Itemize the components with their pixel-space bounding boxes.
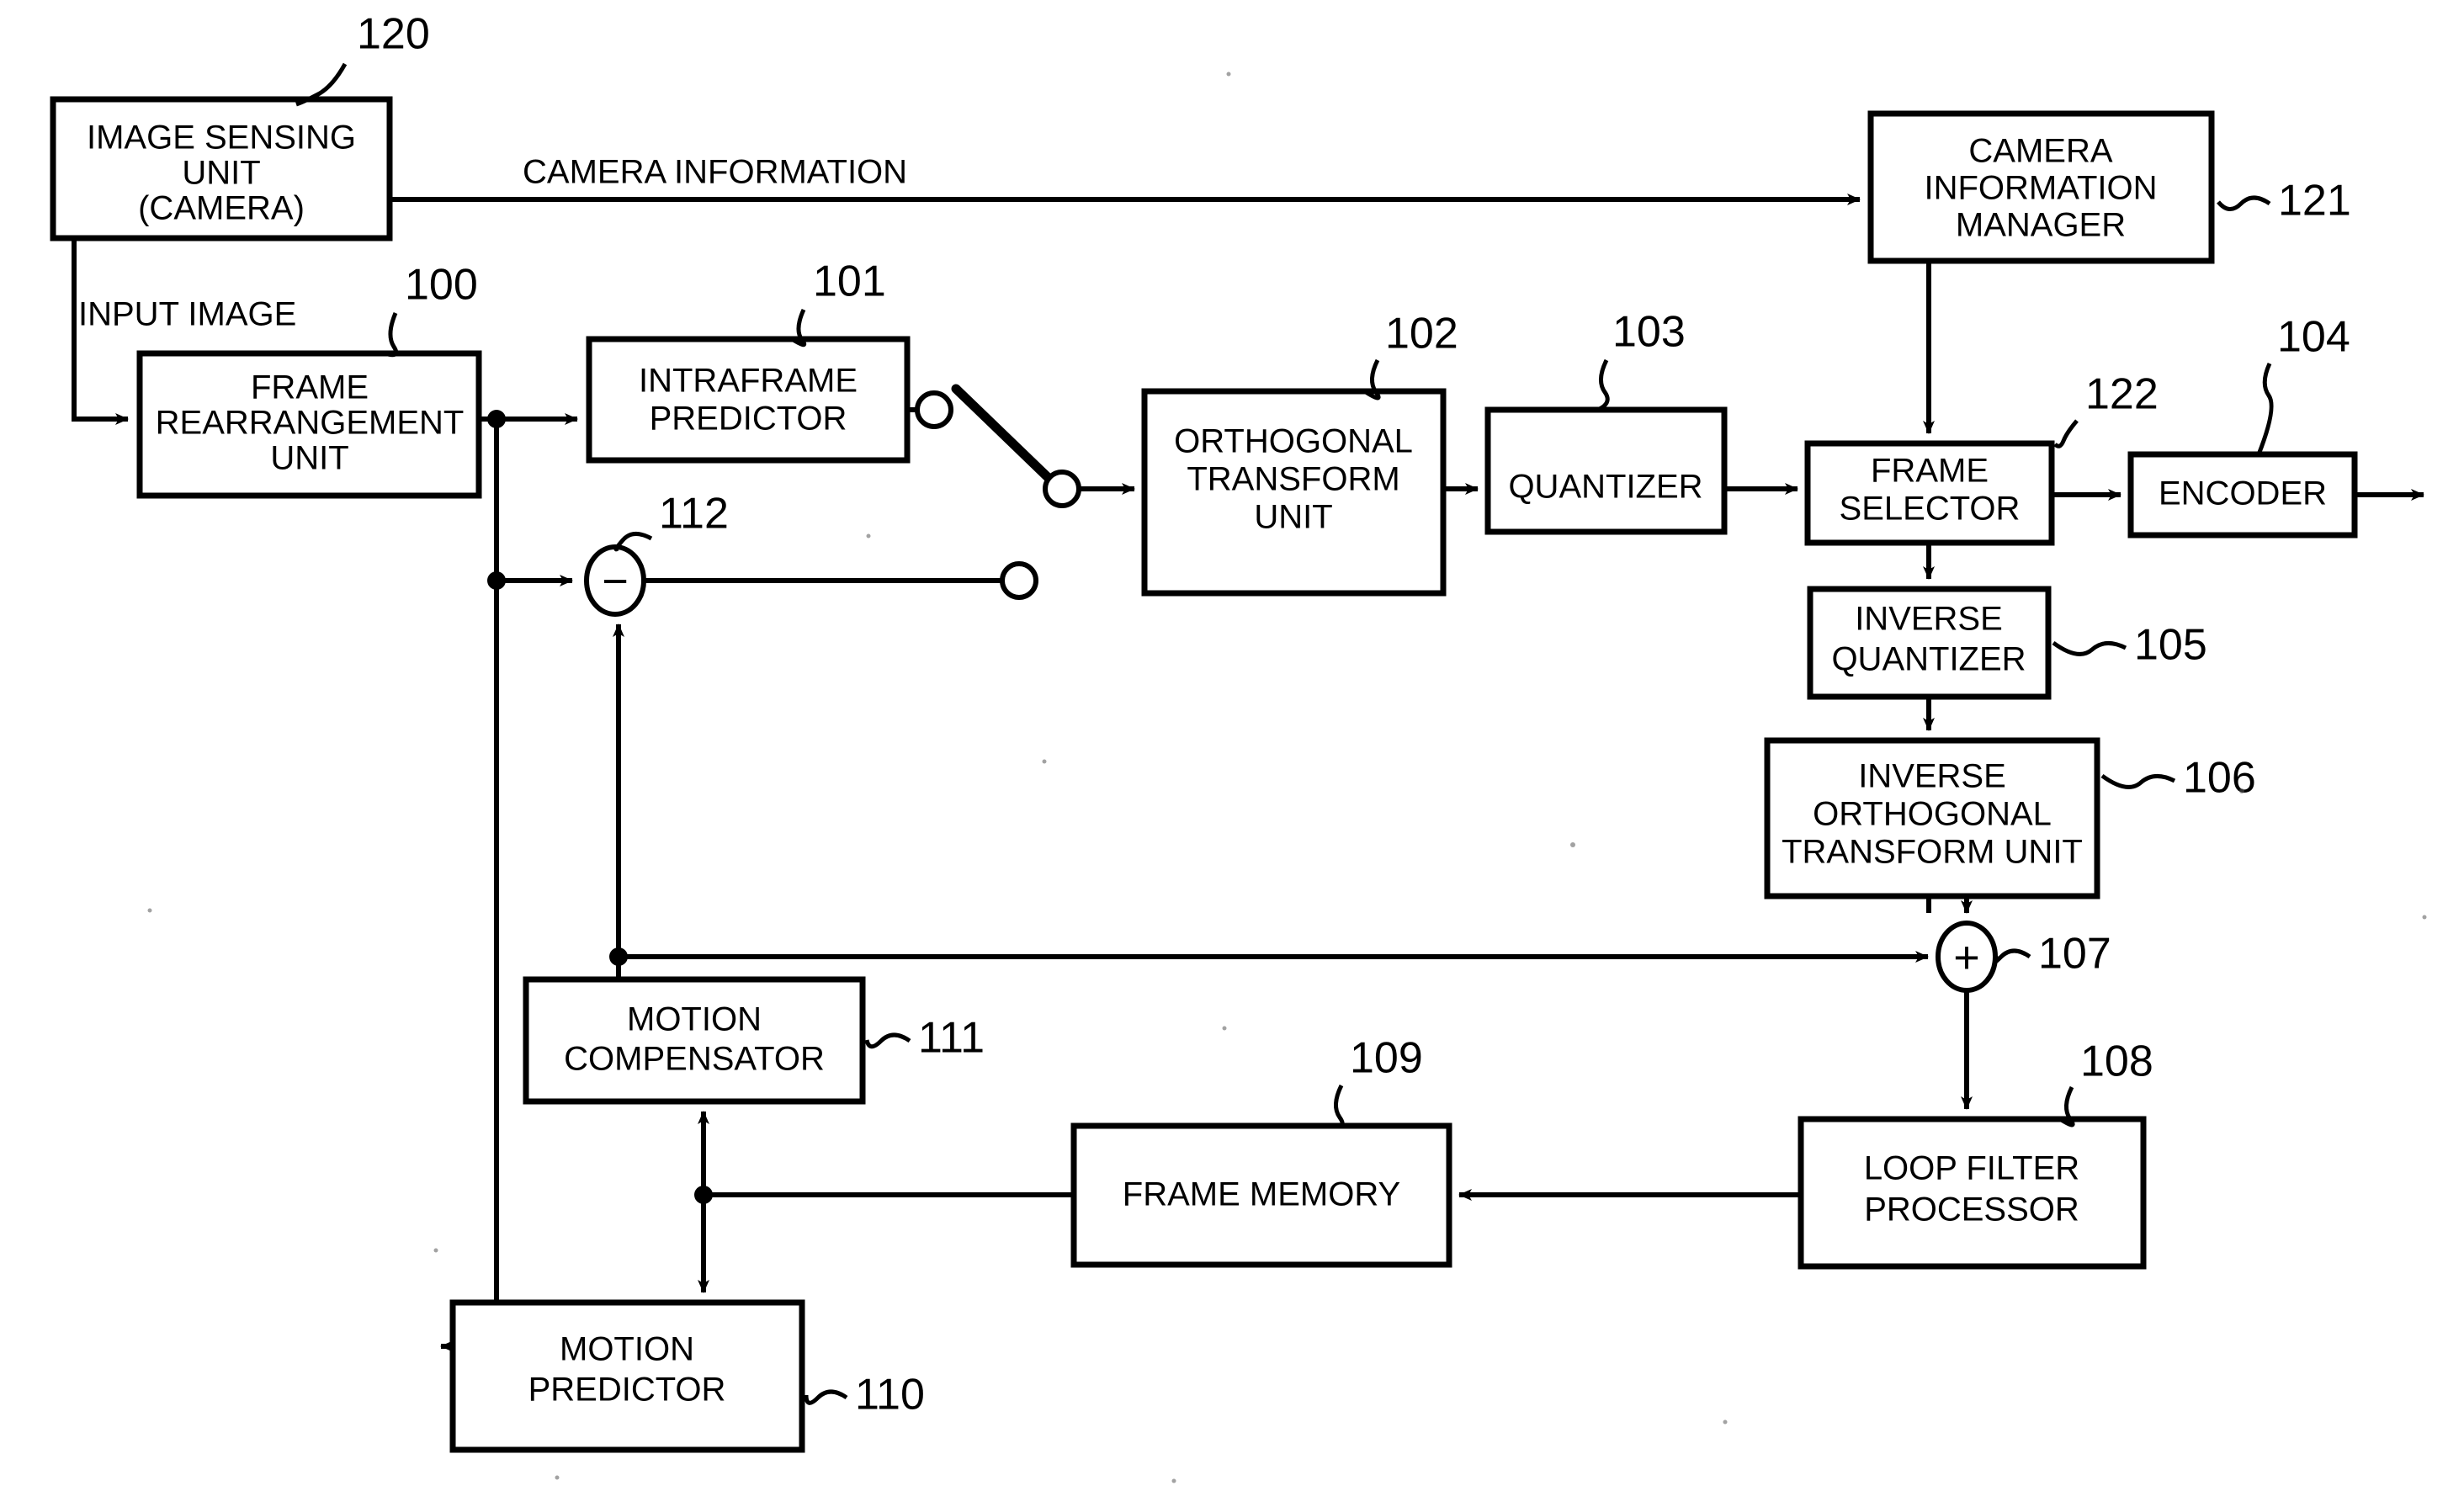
block-label-line: FRAME: [251, 369, 369, 406]
ref-number: 103: [1612, 308, 1686, 357]
ref-number: 106: [2183, 754, 2256, 803]
ref-number: 102: [1385, 310, 1458, 358]
block-encoder[interactable]: ENCODER: [2127, 451, 2358, 539]
block-frame-rearrangement-unit[interactable]: FRAME REARRANGEMENT UNIT: [136, 350, 482, 499]
block-label-line: FRAME: [1871, 453, 1989, 490]
block-orthogonal-transform-unit[interactable]: ORTHOGONAL TRANSFORM UNIT: [1141, 388, 1447, 597]
ref-number: 104: [2277, 313, 2350, 362]
block-label-line: INTRAFRAME: [639, 363, 858, 400]
block-motion-predictor[interactable]: MOTION PREDICTOR: [449, 1299, 805, 1453]
block-label-line: MOTION: [560, 1331, 694, 1368]
block-image-sensing-unit[interactable]: IMAGE SENSING UNIT (CAMERA): [50, 96, 393, 241]
block-intraframe-predictor[interactable]: INTRAFRAME PREDICTOR: [586, 336, 911, 464]
ref-number: 100: [405, 261, 478, 310]
ref-number: 111: [918, 1014, 985, 1063]
camera-information-label: CAMERA INFORMATION: [523, 154, 907, 191]
block-label-line: QUANTIZER: [1508, 469, 1702, 506]
block-label-line: COMPENSATOR: [564, 1041, 825, 1078]
block-diagram-svg: IMAGE SENSING UNIT (CAMERA) FRAME REARRA…: [50, 10, 2427, 1483]
block-frame-selector[interactable]: FRAME SELECTOR: [1804, 440, 2055, 546]
block-label-line: SELECTOR: [1840, 491, 2021, 528]
subtract-sign: −: [602, 556, 629, 607]
adder-107: +: [1936, 921, 1998, 993]
block-label-line: UNIT: [182, 155, 260, 192]
switch-terminal-inter: [1000, 561, 1038, 600]
block-label-line: TRANSFORM UNIT: [1782, 834, 2083, 871]
block-inverse-quantizer[interactable]: INVERSE QUANTIZER: [1807, 586, 2052, 700]
ref-number: 110: [855, 1371, 925, 1419]
block-label-line: INFORMATION: [1924, 170, 2157, 207]
block-label-line: INVERSE: [1858, 758, 2006, 795]
block-label-line: TRANSFORM: [1187, 461, 1399, 498]
ref-number: 101: [813, 257, 886, 306]
ref-number: 105: [2134, 621, 2207, 670]
block-frame-memory[interactable]: FRAME MEMORY: [1070, 1122, 1452, 1268]
block-label-line: PREDICTOR: [650, 401, 847, 438]
block-label-line: CAMERA: [1968, 133, 2112, 170]
block-inverse-orthogonal-transform-unit[interactable]: INVERSE ORTHOGONAL TRANSFORM UNIT: [1764, 737, 2100, 899]
block-label-line: ORTHOGONAL: [1174, 423, 1413, 460]
block-label-line: MOTION: [627, 1001, 762, 1038]
block-label-line: UNIT: [1254, 499, 1332, 536]
block-camera-information-manager[interactable]: CAMERA INFORMATION MANAGER: [1867, 110, 2215, 264]
ref-number: 109: [1350, 1034, 1423, 1083]
ref-number: 112: [659, 490, 729, 539]
subtractor-112: −: [584, 544, 646, 617]
prediction-mode-switch[interactable]: [915, 384, 1081, 600]
block-quantizer[interactable]: QUANTIZER: [1484, 406, 1728, 535]
switch-terminal-intra: [915, 390, 953, 429]
input-image-label: INPUT IMAGE: [78, 296, 296, 333]
block-label-line: UNIT: [270, 440, 348, 477]
figure-canvas: IMAGE SENSING UNIT (CAMERA) FRAME REARRA…: [0, 0, 2464, 1507]
block-label-line: FRAME MEMORY: [1123, 1176, 1400, 1213]
block-label-line: ORTHOGONAL: [1813, 796, 2052, 833]
block-label-line: IMAGE SENSING: [87, 119, 356, 157]
block-label-line: LOOP FILTER: [1864, 1150, 2079, 1187]
block-label-line: PREDICTOR: [528, 1372, 726, 1409]
block-loop-filter-processor[interactable]: LOOP FILTER PROCESSOR: [1798, 1116, 2147, 1270]
ref-number: 121: [2278, 177, 2351, 226]
wire-frame-rearrangement-out: [440, 410, 578, 1352]
ref-number: 122: [2085, 370, 2159, 419]
ref-number: 107: [2038, 930, 2111, 979]
block-label-line: REARRANGEMENT: [156, 405, 465, 442]
block-label-line: PROCESSOR: [1864, 1191, 2079, 1228]
add-sign: +: [1953, 932, 1980, 983]
ref-number: 108: [2080, 1037, 2153, 1086]
wire-frame-memory-bus: [694, 1111, 1074, 1293]
block-label-line: ENCODER: [2159, 475, 2327, 512]
block-label-line: MANAGER: [1956, 207, 2126, 244]
block-label-line: (CAMERA): [138, 190, 305, 227]
ref-number: 120: [357, 10, 430, 59]
wire-mc-branch-to-adder: [609, 947, 1929, 966]
block-motion-compensator[interactable]: MOTION COMPENSATOR: [523, 976, 866, 1105]
block-label-line: QUANTIZER: [1831, 641, 2026, 678]
block-label-line: INVERSE: [1855, 601, 2003, 638]
switch-terminal-common: [1043, 470, 1081, 508]
